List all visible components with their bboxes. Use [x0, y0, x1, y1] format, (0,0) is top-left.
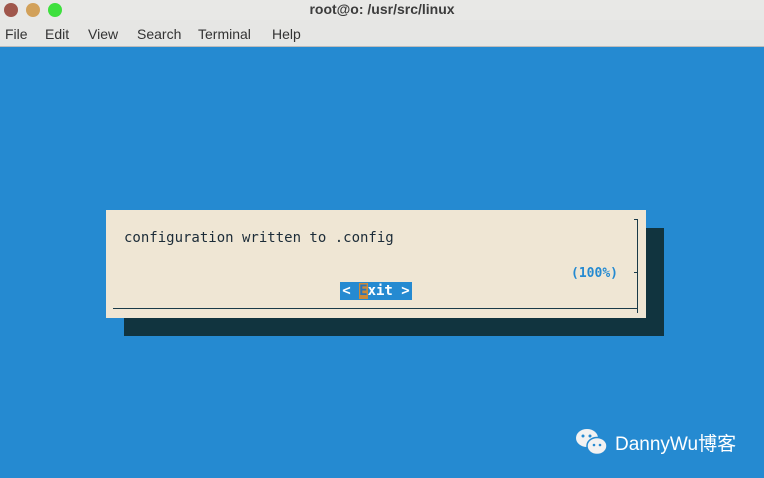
border-tick: [634, 219, 638, 220]
exit-bracket: <: [342, 283, 360, 299]
menu-view[interactable]: View: [88, 26, 118, 42]
menu-help[interactable]: Help: [272, 26, 301, 42]
title-bar: root@o: /usr/src/linux: [0, 0, 764, 20]
exit-button[interactable]: < Exit >: [340, 282, 412, 300]
terminal-area[interactable]: configuration written to .config (100%) …: [0, 47, 764, 478]
progress-percent: (100%): [571, 266, 618, 281]
menu-file[interactable]: File: [5, 26, 28, 42]
menu-bar: File Edit View Search Terminal Help: [0, 20, 764, 47]
border-tick: [634, 272, 638, 273]
dialog-border-bottom: [113, 308, 638, 309]
wechat-icon: [576, 429, 608, 456]
window-title: root@o: /usr/src/linux: [309, 1, 455, 17]
watermark-text: DannyWu博客: [615, 433, 737, 455]
exit-hotkey: E: [359, 283, 368, 299]
dialog-message: configuration written to .config: [124, 230, 394, 246]
exit-label: xit >: [367, 283, 410, 299]
menu-edit[interactable]: Edit: [45, 26, 69, 42]
dialog-border-right: [637, 219, 638, 313]
config-dialog: configuration written to .config (100%) …: [106, 210, 646, 318]
watermark: DannyWu博客: [575, 427, 736, 457]
menu-terminal[interactable]: Terminal: [198, 26, 251, 42]
menu-search[interactable]: Search: [137, 26, 181, 42]
